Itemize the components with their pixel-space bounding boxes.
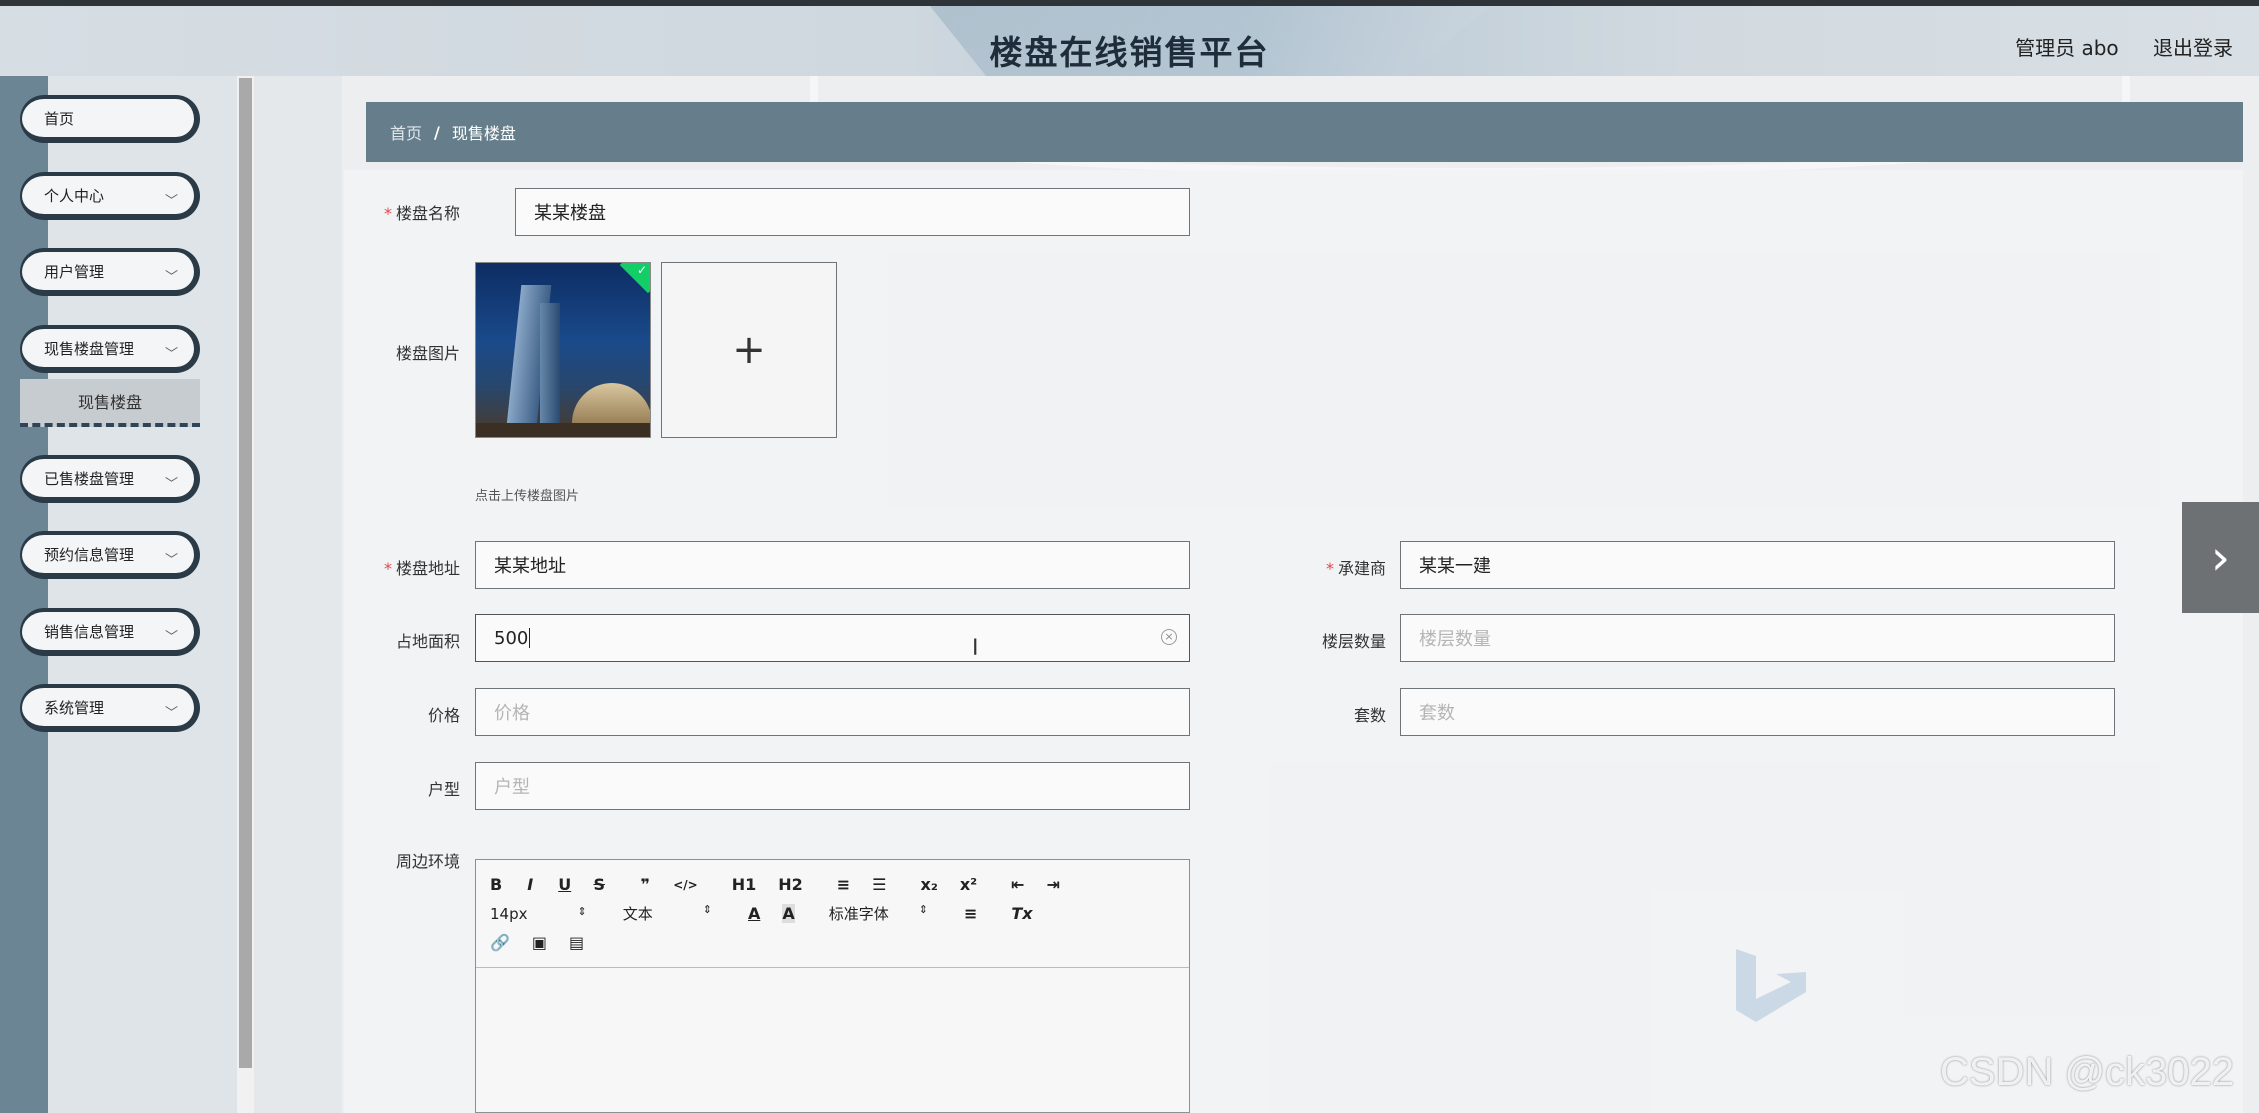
sidebar [48, 76, 238, 1113]
sidebar-gutter [254, 76, 342, 1113]
sidebar-left-band [0, 76, 48, 1113]
upload-hint: 点击上传楼盘图片 [475, 489, 580, 504]
address-label: * 楼盘地址 [383, 559, 460, 578]
layout-label: 户型 [427, 780, 460, 799]
contractor-label: * 承建商 [1325, 559, 1386, 578]
area-input[interactable]: 500 × [475, 614, 1190, 662]
chevron-down-icon: ﹀ [164, 706, 178, 721]
floors-label: 楼层数量 [1321, 632, 1386, 651]
breadcrumb-current: 现售楼盘 [451, 124, 516, 143]
uploaded-image-thumbnail[interactable]: ✓ [475, 262, 651, 438]
select-arrow-icon: ⇕ [918, 903, 928, 916]
header-user-area: 管理员 abo 退出登录 [1987, 32, 2233, 61]
sidebar-item-current-sales[interactable]: 现售楼盘管理 ﹀ [20, 325, 200, 373]
price-label: 价格 [427, 706, 460, 725]
breadcrumb-home[interactable]: 首页 [390, 120, 422, 144]
bullet-list-button[interactable]: ☰ [872, 875, 886, 894]
chevron-down-icon: ﹀ [164, 194, 178, 209]
text-caret [529, 628, 531, 648]
header: 楼盘在线销售平台 管理员 abo 退出登录 [0, 6, 2259, 76]
chevron-down-icon: ﹀ [164, 347, 178, 362]
font-color-button[interactable]: A [748, 904, 760, 923]
name-label: * 楼盘名称 [383, 204, 460, 223]
address-input[interactable]: 某某地址 [475, 541, 1190, 589]
h1-button[interactable]: H1 [732, 875, 757, 894]
code-block-button[interactable]: </> [673, 878, 698, 892]
sidebar-item-label: 个人中心 [44, 186, 105, 205]
sidebar-item-label: 首页 [44, 109, 75, 128]
underline-button[interactable]: U [558, 875, 571, 894]
h2-button[interactable]: H2 [778, 875, 803, 894]
sidebar-item-sold-management[interactable]: 已售楼盘管理 ﹀ [20, 455, 200, 503]
sidebar-item-label: 预约信息管理 [44, 545, 135, 564]
price-input[interactable]: 价格 [475, 688, 1190, 736]
font-family-select[interactable]: 标准字体 ⇕ [829, 903, 928, 924]
sidebar-item-label: 用户管理 [44, 262, 105, 281]
clear-format-button[interactable]: Tx [1011, 904, 1032, 923]
sidebar-item-label: 销售信息管理 [44, 622, 135, 641]
required-asterisk: * [383, 204, 392, 223]
superscript-button[interactable]: x² [960, 875, 977, 894]
check-icon: ✓ [636, 263, 647, 277]
italic-button[interactable]: I [524, 875, 536, 894]
layout-input[interactable]: 户型 [475, 762, 1190, 810]
select-arrow-icon: ⇕ [577, 904, 587, 918]
sidebar-item-appointment-management[interactable]: 预约信息管理 ﹀ [20, 531, 200, 579]
watermark: CSDN @ck3022 [1940, 1050, 2235, 1094]
video-icon[interactable]: ▤ [569, 933, 584, 952]
image-icon[interactable]: ▣ [532, 933, 547, 952]
blockquote-button[interactable]: ❞ [639, 875, 651, 894]
sidebar-item-personal-center[interactable]: 个人中心 ﹀ [20, 172, 200, 220]
bing-logo-icon [1736, 949, 1806, 1022]
plus-icon: + [732, 327, 766, 373]
indent-button[interactable]: ⇥ [1047, 875, 1060, 894]
strike-button[interactable]: S [593, 875, 605, 894]
image-label: 楼盘图片 [395, 344, 460, 363]
floors-input[interactable]: 楼层数量 [1400, 614, 2115, 662]
bold-button[interactable]: B [490, 875, 502, 894]
units-label: 套数 [1353, 706, 1386, 725]
sidebar-item-user-management[interactable]: 用户管理 ﹀ [20, 248, 200, 296]
editor-toolbar: B I U S ❞ </> H1 H2 ≡ ☰ x₂ x² ⇤ ⇥ 14px ⇕ … [476, 860, 1189, 968]
user-role-label: 管理员 abo [2015, 36, 2119, 60]
chevron-down-icon: ﹀ [164, 477, 178, 492]
ibeam-cursor-icon: Ι [972, 636, 979, 661]
chevron-right-icon[interactable]: › [2182, 502, 2259, 613]
chevron-down-icon: ﹀ [164, 270, 178, 285]
image-upload-button[interactable]: + [661, 262, 837, 438]
units-input[interactable]: 套数 [1400, 688, 2115, 736]
chevron-down-icon: ﹀ [164, 553, 178, 568]
contractor-input[interactable]: 某某一建 [1400, 541, 2115, 589]
site-title: 楼盘在线销售平台 [989, 33, 1270, 72]
sidebar-item-label: 已售楼盘管理 [44, 469, 135, 488]
clear-icon[interactable]: × [1161, 629, 1177, 645]
name-input[interactable]: 某某楼盘 [515, 188, 1190, 236]
link-icon[interactable]: 🔗 [490, 933, 510, 952]
background-color-button[interactable]: A [782, 904, 795, 923]
align-button[interactable]: ≡ [964, 904, 977, 923]
surroundings-label: 周边环境 [395, 852, 460, 871]
ordered-list-button[interactable]: ≡ [837, 875, 850, 894]
sidebar-item-label: 现售楼盘管理 [44, 339, 135, 358]
sidebar-subitem-current-listings[interactable]: 现售楼盘 [20, 379, 200, 427]
chevron-down-icon: ﹀ [164, 630, 178, 645]
breadcrumb-separator: / [434, 122, 440, 142]
breadcrumb: 首页 / 现售楼盘 [366, 102, 2243, 162]
font-size-select[interactable]: 14px ⇕ [490, 905, 587, 923]
header-select[interactable]: 文本 ⇕ [623, 903, 712, 924]
select-arrow-icon: ⇕ [702, 903, 712, 916]
area-label: 占地面积 [395, 632, 460, 651]
required-asterisk: * [1325, 559, 1334, 578]
logout-link[interactable]: 退出登录 [2153, 36, 2233, 60]
rich-text-editor[interactable]: B I U S ❞ </> H1 H2 ≡ ☰ x₂ x² ⇤ ⇥ 14px ⇕ … [475, 859, 1190, 1113]
subscript-button[interactable]: x₂ [921, 875, 938, 894]
outdent-button[interactable]: ⇤ [1011, 875, 1024, 894]
sidebar-item-home[interactable]: 首页 [20, 95, 200, 143]
sidebar-scrollbar-thumb[interactable] [239, 78, 252, 1068]
required-asterisk: * [383, 559, 392, 578]
sidebar-item-label: 系统管理 [44, 698, 105, 717]
sidebar-item-sales-management[interactable]: 销售信息管理 ﹀ [20, 608, 200, 656]
sidebar-item-system-management[interactable]: 系统管理 ﹀ [20, 684, 200, 732]
